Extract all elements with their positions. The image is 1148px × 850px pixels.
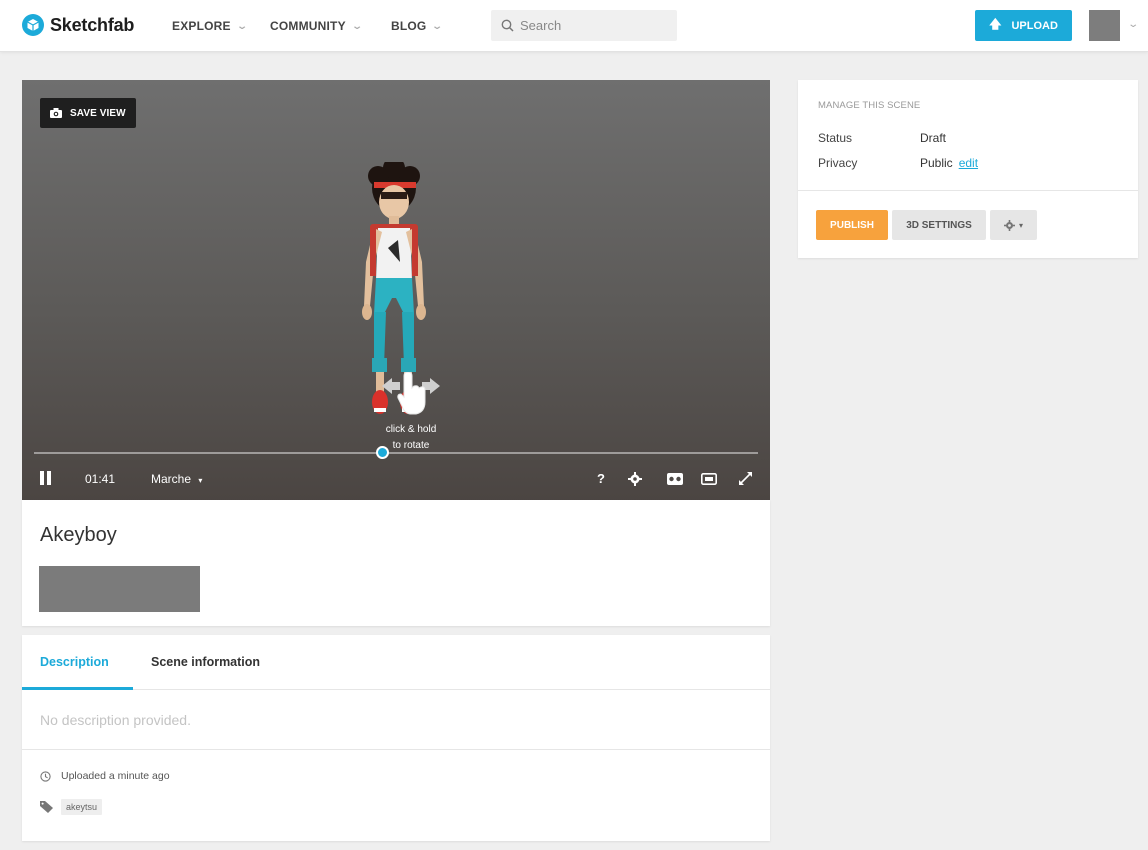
animation-timeline[interactable] xyxy=(34,452,758,454)
manage-scene-panel: MANAGE THIS SCENE Status Draft Privacy P… xyxy=(798,80,1138,258)
nav-community[interactable]: COMMUNITY ⌄ xyxy=(270,19,364,33)
empty-description-text: No description provided. xyxy=(40,712,191,728)
upload-button[interactable]: 🡅 UPLOAD xyxy=(975,10,1072,41)
rotate-hand-icon xyxy=(382,372,440,415)
tab-description[interactable]: Description xyxy=(40,655,109,669)
clock-icon xyxy=(40,770,51,782)
tab-scene-information[interactable]: Scene information xyxy=(151,655,260,669)
status-label: Status xyxy=(818,131,853,145)
publish-button[interactable]: PUBLISH xyxy=(816,210,888,240)
upload-arrow-icon: 🡅 xyxy=(989,17,1002,31)
author-info-placeholder xyxy=(39,566,200,612)
upload-button-label: UPLOAD xyxy=(1011,19,1058,32)
vr-mode-icon[interactable] xyxy=(667,473,683,488)
3d-settings-button[interactable]: 3D SETTINGS xyxy=(892,210,986,240)
privacy-field: Public edit xyxy=(920,156,978,170)
caret-down-icon: ▾ xyxy=(198,476,203,485)
pause-icon[interactable] xyxy=(40,471,52,488)
save-view-label: SAVE VIEW xyxy=(70,107,126,119)
tag-chip[interactable]: akeytsu xyxy=(61,799,103,815)
search-icon xyxy=(501,19,514,32)
privacy-label: Privacy xyxy=(818,156,858,170)
search-input[interactable] xyxy=(520,18,670,33)
nav-community-label: COMMUNITY xyxy=(270,19,346,33)
animation-selector[interactable]: Marche ▾ xyxy=(151,472,202,486)
edit-privacy-link[interactable]: edit xyxy=(959,156,978,170)
model-title: Akeyboy xyxy=(40,524,117,546)
privacy-value: Public xyxy=(920,156,953,170)
save-view-button[interactable]: SAVE VIEW xyxy=(40,98,136,128)
model-viewer[interactable]: SAVE VIEW click & hold to rotate 01:41 M… xyxy=(22,80,770,500)
animation-name: Marche xyxy=(151,472,192,486)
search-box[interactable] xyxy=(491,10,677,41)
upload-time-row: Uploaded a minute ago xyxy=(40,770,170,782)
gear-icon xyxy=(1003,219,1015,231)
user-menu-chevron-icon[interactable]: ⌄ xyxy=(1127,19,1139,30)
divider xyxy=(798,190,1138,191)
camera-icon xyxy=(50,108,62,118)
nav-blog-label: BLOG xyxy=(391,19,427,33)
manage-panel-title: MANAGE THIS SCENE xyxy=(818,100,921,111)
help-button[interactable]: ? xyxy=(597,471,605,486)
tag-icon xyxy=(40,801,53,813)
avatar[interactable] xyxy=(1089,10,1120,41)
upload-time-text: Uploaded a minute ago xyxy=(61,770,170,782)
top-nav-bar: Sketchfab EXPLORE ⌄ COMMUNITY ⌄ BLOG ⌄ 🡅… xyxy=(0,0,1148,52)
nav-explore[interactable]: EXPLORE ⌄ xyxy=(172,19,249,33)
timeline-scrubber-handle[interactable] xyxy=(375,446,389,459)
caret-down-icon: ▾ xyxy=(1018,220,1023,230)
animation-time: 01:41 xyxy=(85,472,116,486)
chevron-down-icon: ⌄ xyxy=(351,20,364,32)
nav-explore-label: EXPLORE xyxy=(172,19,231,33)
divider xyxy=(22,749,770,750)
nav-blog[interactable]: BLOG ⌄ xyxy=(391,19,444,33)
more-options-button[interactable]: ▾ xyxy=(990,210,1037,240)
rotate-hint-line1: click & hold xyxy=(385,424,437,435)
description-card: Description Scene information No descrip… xyxy=(22,635,770,841)
active-tab-indicator xyxy=(22,687,133,690)
sketchfab-logo[interactable]: Sketchfab xyxy=(22,14,134,36)
tags-row: akeytsu xyxy=(40,799,103,815)
brand-name: Sketchfab xyxy=(50,14,135,35)
chevron-down-icon: ⌄ xyxy=(236,20,249,32)
sketchfab-logo-icon xyxy=(22,14,44,36)
info-tabs: Description Scene information xyxy=(22,635,770,690)
viewer-controls: 01:41 Marche ▾ ? xyxy=(22,460,770,500)
chevron-down-icon: ⌄ xyxy=(431,20,444,32)
gear-icon[interactable] xyxy=(628,472,642,489)
model-info-card: Akeyboy xyxy=(22,500,770,626)
theater-mode-icon[interactable] xyxy=(701,473,717,488)
fullscreen-icon[interactable] xyxy=(739,472,752,488)
status-value: Draft xyxy=(920,131,947,145)
